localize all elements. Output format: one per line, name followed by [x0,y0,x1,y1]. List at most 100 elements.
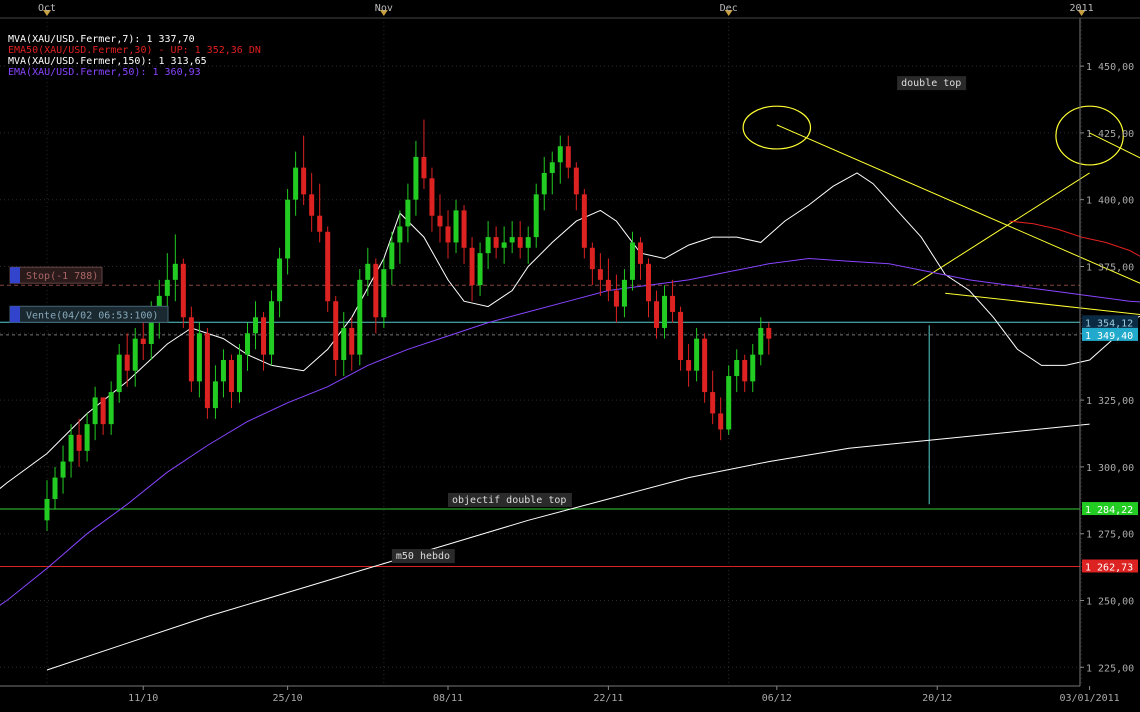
candle-body [180,263,186,318]
candle-body [253,317,259,334]
candle-body [317,215,323,232]
candle-body [629,242,635,280]
candle-body [228,360,234,393]
y-tick-label: 1 450,00 [1086,62,1134,73]
candle-body [309,194,315,216]
month-label: Oct [38,3,56,14]
candle-body [694,338,700,371]
annotation-label: m50 hebdo [396,551,450,562]
candle-body [212,381,218,409]
candle-body [549,162,555,173]
candle-body [686,360,692,371]
month-label: Dec [720,3,738,14]
candle-body [341,327,347,361]
candle-body [389,242,395,270]
y-tick-label: 1 375,00 [1086,262,1134,273]
candle-body [285,199,291,259]
m50-price-label: 1 262,73 [1085,562,1133,573]
candle-body [766,327,772,339]
candle-body [613,290,619,307]
candle-body [405,199,411,227]
candle-body [188,317,194,382]
candle-body [501,242,507,248]
candle-body [277,258,283,302]
legend-entry: MVA(XAU/USD.Fermer,150): 1 313,65 [8,56,207,67]
candle-body [742,360,748,382]
candle-body [116,354,122,393]
candle-body [413,156,419,200]
candle-body [453,210,459,243]
x-tick-label: 11/10 [128,693,158,704]
sell-order-icon [10,306,20,323]
candle-body [662,295,668,328]
chart-background [0,0,1140,708]
x-tick-label: 08/11 [433,693,463,704]
x-tick-label: 06/12 [762,693,792,704]
candle-body [293,167,299,200]
candle-body [84,424,90,451]
candle-body [92,397,98,425]
candle-body [726,376,732,430]
candle-body [637,242,643,264]
candle-body [421,156,427,179]
candle-body [132,338,138,371]
x-tick-label: 20/12 [922,693,952,704]
candle-body [437,215,443,227]
y-tick-label: 1 325,00 [1086,396,1134,407]
candle-body [172,263,178,280]
x-tick-label: 22/11 [593,693,623,704]
candle-body [140,338,146,344]
candle-body [76,434,82,451]
candle-body [509,237,515,243]
candle-body [164,279,170,296]
candle-body [397,226,403,243]
candle-body [349,327,355,355]
candle-body [236,354,242,393]
candle-body [469,247,475,286]
y-tick-label: 1 425,00 [1086,129,1134,140]
candle-body [646,263,651,302]
candle-body [325,231,331,302]
candle-body [589,247,595,270]
y-tick-label: 1 225,00 [1086,663,1134,674]
candle-body [581,194,587,248]
objectif-price-label: 1 284,22 [1085,505,1133,516]
candle-body [357,279,363,355]
candle-body [108,392,114,425]
candle-body [573,167,579,195]
candle-body [68,434,74,462]
legend-entry: EMA50(XAU/USD.Fermer,30) - UP: 1 352,36 … [8,45,261,56]
ask-price-label: 1 349,40 [1085,331,1133,342]
y-tick-label: 1 275,00 [1086,530,1134,541]
annotation-label: double top [901,78,961,89]
candle-body [461,210,467,248]
chart-container: Stop(-1 788) Vente(04/02 06:53:100) double… [0,0,1140,708]
annotation-label: objectif double top [452,495,566,506]
candle-body [245,333,250,355]
candle-body [565,146,571,168]
candle-body [750,354,756,382]
candle-body [44,498,50,521]
month-label: Nov [375,3,393,14]
candle-body [333,301,339,361]
candle-body [597,269,603,280]
candle-body [269,301,275,355]
candle-body [525,237,531,248]
y-tick-label: 1 250,00 [1086,596,1134,607]
candle-body [365,263,371,280]
candle-body [204,333,210,409]
sell-order-label: Vente(04/02 06:53:100) [26,310,158,321]
candle-body [373,263,379,318]
candle-body [485,237,491,254]
candle-body [710,392,716,414]
candle-body [445,226,451,243]
x-tick-label: 25/10 [273,693,303,704]
candle-body [381,269,387,318]
stop-order-icon [10,267,20,284]
candle-body [533,194,539,238]
candle-body [702,338,708,393]
candle-body [301,167,307,195]
candle-body [678,311,684,361]
stop-order-label: Stop(-1 788) [26,271,98,282]
candle-body [124,354,130,371]
